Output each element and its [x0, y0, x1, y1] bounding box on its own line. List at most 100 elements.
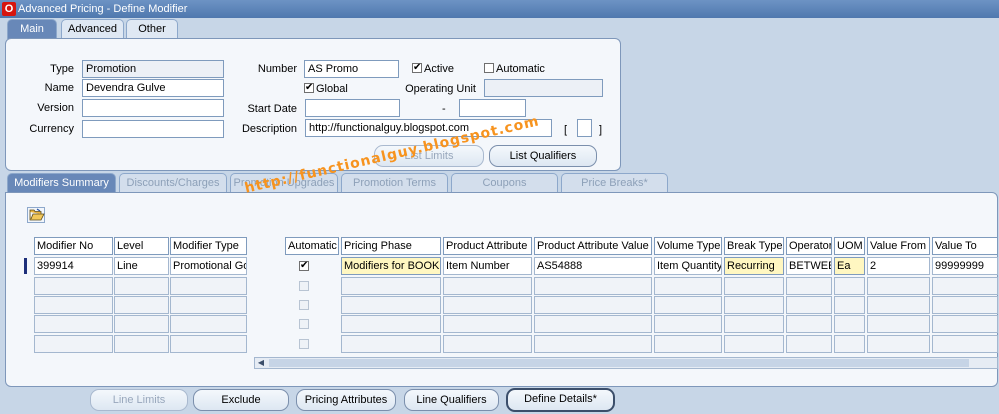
col-value-from: Value From [867, 237, 930, 255]
define-details-button[interactable]: Define Details* [506, 388, 615, 412]
table-cell[interactable] [534, 335, 652, 353]
table-cell[interactable] [34, 296, 113, 314]
table-cell[interactable] [443, 335, 532, 353]
version-label: Version [37, 102, 74, 114]
table-cell[interactable] [341, 296, 441, 314]
tab-coupons[interactable]: Coupons [451, 173, 558, 193]
table-cell[interactable] [786, 296, 832, 314]
table-cell[interactable] [34, 335, 113, 353]
table-cell[interactable] [341, 315, 441, 333]
descriptive-flexfield[interactable] [577, 119, 592, 137]
version-field[interactable] [82, 99, 224, 117]
table-cell[interactable] [786, 315, 832, 333]
table-cell[interactable] [443, 296, 532, 314]
table-cell[interactable] [114, 296, 169, 314]
table-cell[interactable] [654, 277, 722, 295]
pricing-attributes-button[interactable]: Pricing Attributes [296, 389, 396, 411]
table-cell[interactable] [114, 277, 169, 295]
automatic-checkbox[interactable] [299, 339, 309, 349]
horizontal-scrollbar[interactable]: ◀ [254, 357, 998, 369]
table-cell[interactable] [654, 315, 722, 333]
cell-modifier-type[interactable]: Promotional Go [170, 257, 247, 275]
table-cell[interactable] [443, 277, 532, 295]
table-cell[interactable] [341, 335, 441, 353]
cell-volume-type[interactable]: Item Quantity [654, 257, 722, 275]
type-field[interactable]: Promotion [82, 60, 224, 78]
tab-price-breaks[interactable]: Price Breaks* [561, 173, 668, 193]
cell-modifier-no[interactable]: 399914 [34, 257, 113, 275]
cell-uom[interactable]: Ea [834, 257, 865, 275]
scrollbar-thumb[interactable] [269, 359, 969, 367]
operating-unit-field[interactable] [484, 79, 603, 97]
table-cell[interactable] [534, 315, 652, 333]
cell-operator[interactable]: BETWEE [786, 257, 832, 275]
table-cell[interactable] [786, 277, 832, 295]
automatic-checkbox[interactable] [484, 63, 494, 73]
start-date-field[interactable] [305, 99, 400, 117]
window-title: Advanced Pricing - Define Modifier [18, 3, 188, 15]
table-cell[interactable] [932, 296, 998, 314]
end-date-field[interactable] [459, 99, 526, 117]
scroll-left-icon[interactable]: ◀ [255, 358, 267, 368]
cell-product-attribute[interactable]: Item Number [443, 257, 532, 275]
line-qualifiers-button[interactable]: Line Qualifiers [404, 389, 499, 411]
table-cell[interactable] [834, 335, 865, 353]
table-cell[interactable] [724, 296, 784, 314]
folder-open-button[interactable] [27, 207, 45, 223]
table-cell[interactable] [932, 335, 998, 353]
tab-promotion-terms[interactable]: Promotion Terms [341, 173, 448, 193]
cell-value-from[interactable]: 2 [867, 257, 930, 275]
table-cell[interactable] [834, 315, 865, 333]
table-cell[interactable] [654, 296, 722, 314]
active-checkbox[interactable]: ✔ [412, 63, 422, 73]
table-cell[interactable] [834, 296, 865, 314]
tab-modifiers-summary[interactable]: Modifiers Summary [7, 173, 116, 193]
table-cell[interactable] [724, 335, 784, 353]
table-cell[interactable] [114, 315, 169, 333]
cell-level[interactable]: Line [114, 257, 169, 275]
table-cell[interactable] [932, 277, 998, 295]
table-cell[interactable] [724, 277, 784, 295]
table-cell[interactable] [867, 335, 930, 353]
table-cell[interactable] [170, 315, 247, 333]
cell-value-to[interactable]: 99999999 [932, 257, 998, 275]
number-field[interactable]: AS Promo [304, 60, 399, 78]
automatic-checkbox[interactable] [299, 281, 309, 291]
table-cell[interactable] [114, 335, 169, 353]
table-cell[interactable] [443, 315, 532, 333]
cell-break-type[interactable]: Recurring [724, 257, 784, 275]
table-cell[interactable] [867, 296, 930, 314]
table-cell[interactable] [932, 315, 998, 333]
exclude-button[interactable]: Exclude [193, 389, 289, 411]
table-cell[interactable] [834, 277, 865, 295]
tab-other[interactable]: Other [126, 19, 178, 39]
cell-pricing-phase[interactable]: Modifiers for BOOK [341, 257, 441, 275]
table-cell[interactable] [34, 315, 113, 333]
tab-advanced[interactable]: Advanced [61, 19, 124, 39]
table-cell[interactable] [34, 277, 113, 295]
automatic-checkbox[interactable] [299, 319, 309, 329]
tab-discounts-charges[interactable]: Discounts/Charges [119, 173, 227, 193]
table-cell[interactable] [867, 277, 930, 295]
table-cell[interactable] [786, 335, 832, 353]
table-cell[interactable] [170, 296, 247, 314]
cell-automatic-checkbox[interactable]: ✔ [299, 261, 309, 271]
table-cell[interactable] [341, 277, 441, 295]
table-cell[interactable] [170, 335, 247, 353]
table-cell[interactable] [534, 296, 652, 314]
table-cell[interactable] [654, 335, 722, 353]
table-cell[interactable] [724, 315, 784, 333]
col-uom: UOM [834, 237, 865, 255]
list-qualifiers-button[interactable]: List Qualifiers [489, 145, 597, 167]
table-cell[interactable] [534, 277, 652, 295]
table-cell[interactable] [170, 277, 247, 295]
tab-main[interactable]: Main [7, 19, 57, 39]
line-limits-button[interactable]: Line Limits [90, 389, 188, 411]
automatic-checkbox[interactable] [299, 300, 309, 310]
name-field[interactable]: Devendra Gulve [82, 79, 224, 97]
table-cell[interactable] [867, 315, 930, 333]
cell-product-attribute-value[interactable]: AS54888 [534, 257, 652, 275]
currency-field[interactable] [82, 120, 224, 138]
global-checkbox[interactable]: ✔ [304, 83, 314, 93]
description-label: Description [241, 123, 297, 135]
